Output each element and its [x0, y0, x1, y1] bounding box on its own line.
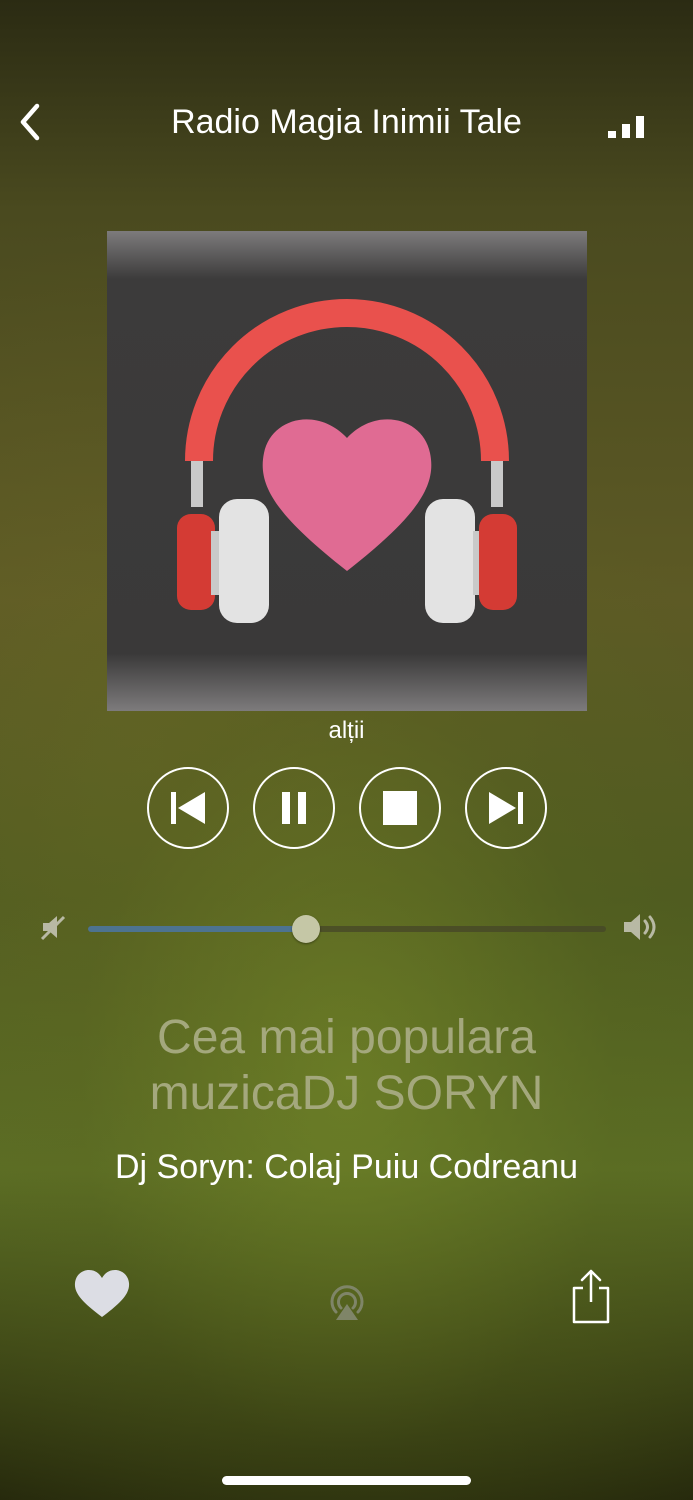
- chevron-left-icon: [20, 103, 40, 141]
- pause-icon: [282, 792, 306, 824]
- headphones-heart-icon: [177, 299, 517, 623]
- previous-icon: [171, 792, 205, 824]
- heart-icon: [74, 1270, 130, 1317]
- volume-slider-thumb[interactable]: [291, 915, 320, 943]
- favorite-button[interactable]: [72, 1268, 132, 1320]
- station-artwork: [107, 231, 587, 711]
- back-button[interactable]: [10, 98, 50, 146]
- airplay-icon: [330, 1285, 364, 1320]
- stop-icon: [383, 791, 417, 825]
- signal-bars-icon: [608, 116, 644, 138]
- playback-controls: [147, 767, 547, 849]
- home-indicator: [222, 1476, 471, 1485]
- share-button[interactable]: [570, 1268, 612, 1324]
- airplay-button[interactable]: [326, 1282, 368, 1322]
- next-button[interactable]: [465, 767, 547, 849]
- pause-button[interactable]: [253, 767, 335, 849]
- volume-mute-icon: [40, 915, 66, 941]
- page-title: Radio Magia Inimii Tale: [171, 103, 522, 141]
- previous-button[interactable]: [147, 767, 229, 849]
- station-name: Cea mai populara muzicaDJ SORYN: [149, 1011, 544, 1120]
- top-bar: Radio Magia Inimii Tale: [0, 90, 693, 154]
- share-icon: [572, 1269, 610, 1324]
- volume-high-icon: [624, 914, 656, 940]
- next-icon: [489, 792, 523, 824]
- volume-slider[interactable]: [88, 915, 606, 943]
- volume-slider-fill: [88, 926, 306, 932]
- genre-label: alții: [328, 717, 365, 744]
- bottom-bar: [0, 1262, 693, 1332]
- song-title: Dj Soryn: Colaj Puiu Codreanu: [114, 1148, 579, 1186]
- stop-button[interactable]: [359, 767, 441, 849]
- volume-control: [0, 905, 693, 951]
